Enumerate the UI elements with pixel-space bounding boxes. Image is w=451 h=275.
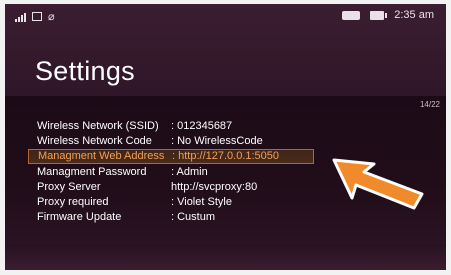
setting-row-network-code[interactable]: Wireless Network Code : No WirelessCode: [31, 133, 331, 148]
setting-row-firmware[interactable]: Firmware Update : Custum: [31, 210, 331, 225]
setting-label: Proxy required: [37, 196, 109, 209]
status-icons-right: 2:35 am: [342, 9, 434, 21]
clock-time: 2:35 am: [394, 9, 434, 21]
settings-list: Wireless Network (SSID) : 012345687 Wire…: [28, 118, 331, 225]
setting-row-web-address[interactable]: Managment Web Address : http://127.0.0.1…: [28, 148, 314, 164]
setting-value: : http://127.0.0.1:5050: [172, 150, 280, 163]
setting-value: : No WirelessCode: [171, 134, 263, 147]
page-title: Settings: [35, 56, 135, 86]
setting-label: Managment Password: [37, 165, 147, 178]
setting-row-proxy-required[interactable]: Proxy required : Violet Style: [31, 194, 331, 209]
setting-value: : 012345687: [171, 119, 233, 132]
setting-label: Wireless Network Code: [37, 134, 152, 147]
settings-status-icon: ⌀: [48, 11, 55, 23]
setting-label: Proxy Server: [37, 180, 101, 193]
setting-label: Wireless Network (SSID): [37, 119, 159, 132]
network-icon: [32, 12, 42, 21]
setting-value: : Custum: [171, 211, 216, 224]
device-screen: ⌀ 2:35 am Settings 14/22 Wireless Networ…: [5, 4, 446, 270]
usb-icon: [342, 10, 361, 20]
setting-value: : Violet Style: [171, 196, 232, 209]
signal-icon: [15, 12, 26, 22]
page-indicator: 14/22: [419, 100, 440, 109]
setting-row-password[interactable]: Managment Password : Admin: [31, 164, 331, 179]
status-icons-left: ⌀: [15, 10, 55, 23]
setting-label: Firmware Update: [37, 211, 122, 224]
setting-value: http://svcproxy:80: [171, 180, 258, 193]
pointer-arrow-icon: [332, 158, 424, 210]
bottom-gradient: [5, 242, 446, 270]
status-bar: ⌀ 2:35 am: [5, 4, 446, 30]
setting-label: Managment Web Address: [38, 150, 165, 163]
setting-row-proxy-server[interactable]: Proxy Server http://svcproxy:80: [31, 179, 331, 194]
battery-icon: [370, 10, 388, 20]
setting-value: : Admin: [171, 165, 208, 178]
setting-row-ssid[interactable]: Wireless Network (SSID) : 012345687: [31, 118, 331, 133]
